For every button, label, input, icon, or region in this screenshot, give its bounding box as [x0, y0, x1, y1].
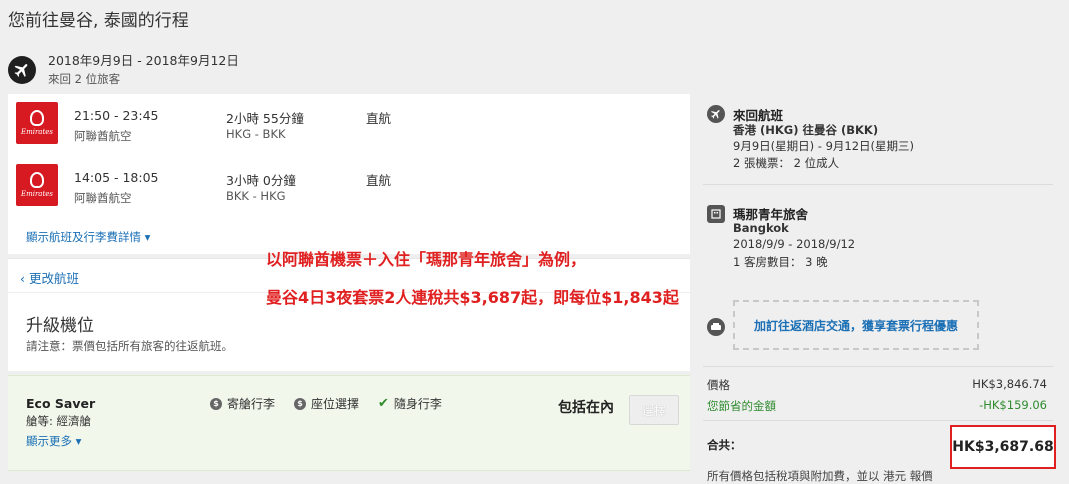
dollar-icon: $ [294, 397, 306, 410]
feature-checked-bag: $ 寄艙行李 [210, 395, 275, 412]
flight-row-return: Emirates 14:05 - 18:05 阿聯酋航空 3小時 0分鐘 BKK… [8, 160, 690, 220]
flight-duration: 3小時 0分鐘 [226, 173, 296, 188]
hotel-icon [707, 205, 725, 223]
fare-option-row: Eco Saver 艙等: 經濟艙 顯示更多 ▾ $ 寄艙行李 $ 座位選擇 ✔ 隨身… [8, 375, 690, 471]
trip-summary: 來回 2 位旅客 [48, 72, 121, 86]
included-label: 包括在內 [558, 400, 614, 416]
divider [703, 366, 1053, 367]
show-more-link[interactable]: 顯示更多 ▾ [26, 433, 81, 449]
summary-flight-tickets: 2 張機票： 2 位成人 [733, 156, 840, 170]
upgrade-note: 請注意：票價包括所有旅客的往返航班。 [26, 339, 233, 353]
flight-stops: 直航 [366, 111, 392, 126]
divider [703, 420, 1053, 421]
saved-value: -HK$159.06 [979, 398, 1047, 412]
trip-summary-panel: 來回航班 香港 (HKG) 往曼谷 (BKK) 9月9日(星期日) - 9月12… [697, 94, 1059, 484]
saved-label: 您節省的金額 [707, 399, 776, 413]
summary-flight-route: 香港 (HKG) 往曼谷 (BKK) [733, 123, 879, 137]
airline-name: 阿聯酋航空 [74, 129, 132, 143]
dollar-icon: $ [210, 397, 222, 410]
airplane-icon [8, 56, 36, 84]
feature-carry-on: ✔ 隨身行李 [378, 396, 442, 411]
flight-route: HKG - BKK [226, 127, 286, 141]
emirates-logo: Emirates [16, 102, 58, 144]
airline-name: 阿聯酋航空 [74, 191, 132, 205]
price-label: 價格 [707, 378, 730, 392]
flight-stops: 直航 [366, 173, 392, 188]
summary-flight-dates: 9月9日(星期日) - 9月12日(星期三) [733, 139, 914, 153]
divider [703, 184, 1053, 185]
flight-route: BKK - HKG [226, 189, 286, 203]
price-footnote: 所有價格包括稅項與附加費，並以 港元 報價 [707, 469, 933, 483]
feature-seat-selection: $ 座位選擇 [294, 395, 359, 412]
total-label: 合共： [707, 438, 742, 452]
flight-time: 14:05 - 18:05 [74, 170, 159, 185]
trip-dates: 2018年9月9日 - 2018年9月12日 [48, 53, 239, 68]
total-price: HK$3,687.68 [950, 425, 1056, 469]
flight-duration: 2小時 55分鐘 [226, 111, 304, 126]
fare-name: Eco Saver [26, 396, 96, 411]
summary-hotel-dates: 2018/9/9 - 2018/9/12 [733, 237, 856, 251]
airplane-icon [707, 105, 725, 123]
upgrade-title: 升級機位 [26, 316, 94, 336]
transfer-box: 加訂往返酒店交通，獲享套票行程優惠 [733, 300, 979, 350]
car-icon [707, 318, 725, 336]
select-button[interactable]: 選擇 [629, 395, 679, 425]
fare-cabin-class: 艙等: 經濟艙 [26, 414, 92, 428]
flight-row-outbound: Emirates 21:50 - 23:45 阿聯酋航空 2小時 55分鐘 HK… [8, 98, 690, 158]
add-transfer-link[interactable]: 加訂往返酒店交通，獲享套票行程優惠 [754, 317, 958, 334]
page-title: 您前往曼谷, 泰國的行程 [8, 11, 189, 31]
price-value: HK$3,846.74 [972, 377, 1047, 391]
promo-line-1: 以阿聯酋機票＋入住「瑪那青年旅舍」為例， [266, 250, 587, 269]
check-icon: ✔ [378, 396, 389, 411]
emirates-logo: Emirates [16, 164, 58, 206]
change-flight-link[interactable]: ‹ 更改航班 [20, 268, 79, 287]
summary-hotel-rooms: 1 客房數目： 3 晚 [733, 255, 828, 269]
promo-line-2: 曼谷4日3夜套票2人連稅共$3,687起，即每位$1,843起 [266, 288, 679, 307]
summary-hotel-city: Bangkok [733, 221, 789, 235]
flight-details-link[interactable]: 顯示航班及行李費詳情 ▾ [26, 229, 150, 245]
flight-time: 21:50 - 23:45 [74, 108, 159, 123]
